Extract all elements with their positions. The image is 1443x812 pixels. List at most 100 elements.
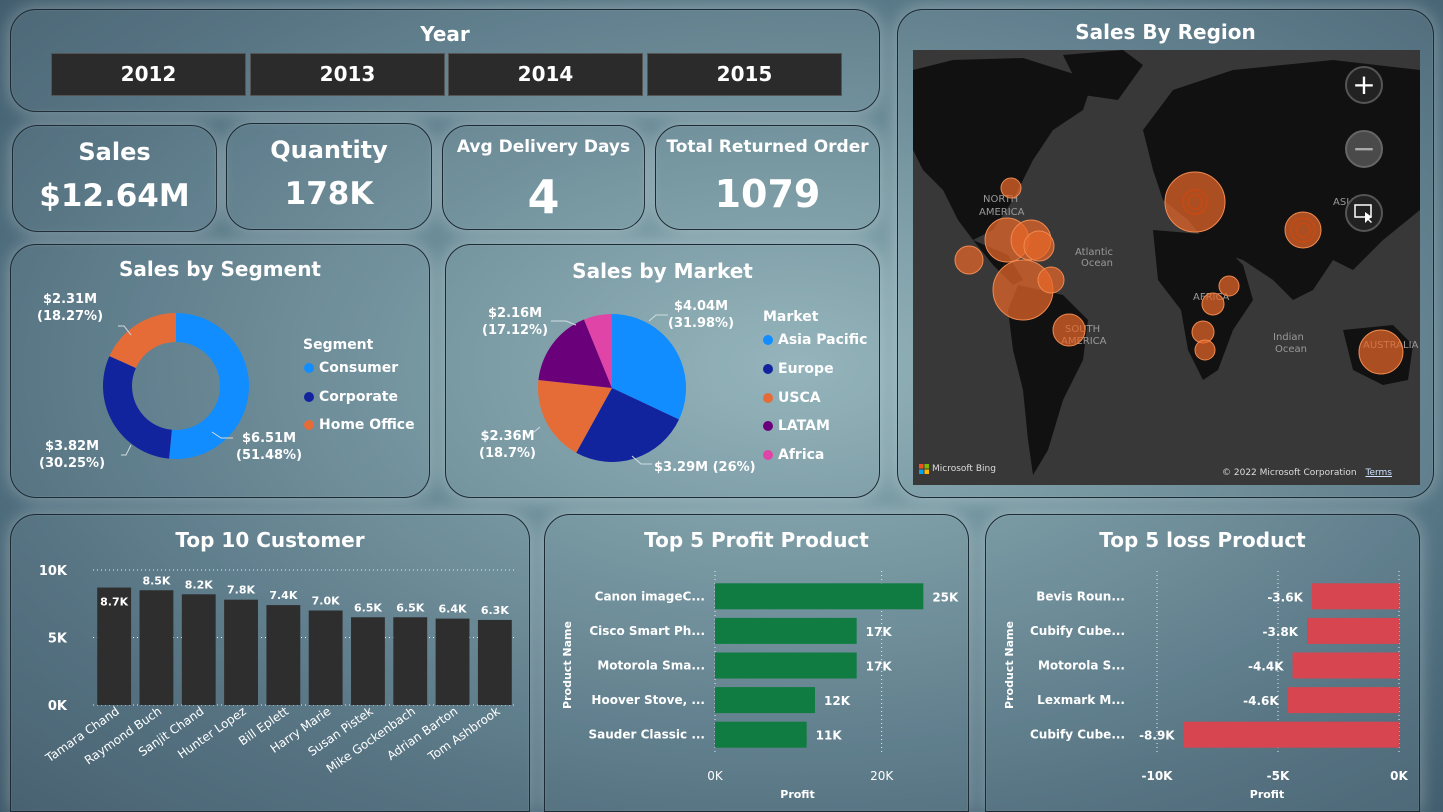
year-button-2015[interactable]: 2015 bbox=[647, 53, 842, 96]
region-bubble-4[interactable] bbox=[1023, 230, 1055, 262]
loss-chart-card: Top 5 loss Product -10K -5K 0K Bevis Roun..… bbox=[985, 514, 1420, 812]
bar-sanjit-chand[interactable] bbox=[181, 594, 216, 705]
map-label-ocean-atlantic: Ocean bbox=[1081, 258, 1113, 269]
y-category-label: Hoover Stove, ... bbox=[591, 693, 705, 707]
kpi-sales-value: $12.64M bbox=[39, 178, 190, 214]
map-label-atlantic: Atlantic bbox=[1075, 247, 1113, 258]
bar-bill-eplett[interactable] bbox=[266, 605, 301, 705]
year-button-2014[interactable]: 2014 bbox=[448, 53, 643, 96]
legend-item-usca[interactable]: USCA bbox=[763, 390, 821, 406]
bar-cisco-smart-ph-2[interactable] bbox=[715, 617, 857, 644]
y-tick-label: 5K bbox=[48, 632, 68, 647]
bar-tom-ashbrook[interactable] bbox=[477, 619, 512, 705]
year-button-2012[interactable]: 2012 bbox=[51, 53, 246, 96]
year-slicer-card: Year 2012 2013 2014 2015 bbox=[10, 9, 880, 112]
minus-icon: − bbox=[1352, 132, 1376, 165]
bar-value-label: 11K bbox=[816, 729, 843, 743]
region-bubble-11[interactable] bbox=[1218, 275, 1240, 297]
terms-link[interactable]: Terms bbox=[1365, 468, 1392, 478]
y-category-label: Sauder Classic ... bbox=[589, 728, 706, 742]
legend-item-home-office[interactable]: Home Office bbox=[304, 417, 415, 433]
map-canvas[interactable]: NORTH AMERICA Atlantic Ocean SOUTH AMERI… bbox=[913, 50, 1420, 485]
bar-canon-imagec-1[interactable] bbox=[715, 583, 924, 610]
legend-item-asia-pacific[interactable]: Asia Pacific bbox=[763, 332, 867, 348]
y-category-label: Canon imageC... bbox=[595, 589, 705, 603]
market-label-asia-pacific: $4.04M (31.98%) bbox=[668, 299, 735, 331]
y-category-label: Bevis Roun... bbox=[1036, 589, 1125, 603]
kpi-card-returned: Total Returned Order 1079 bbox=[655, 125, 880, 230]
bar-value-label: 12K bbox=[824, 694, 851, 708]
year-slicer-title: Year bbox=[420, 22, 470, 46]
zoom-out-button[interactable]: − bbox=[1345, 130, 1383, 168]
slice-home-office[interactable] bbox=[109, 313, 176, 368]
segment-chart-card: Sales by Segment $2.31M (18.27%) $3.82M (3… bbox=[10, 244, 430, 498]
x-tick-label: 20K bbox=[870, 769, 894, 783]
bar-value-label: 6.5K bbox=[396, 601, 424, 614]
region-bubble-8[interactable] bbox=[1164, 171, 1226, 233]
bar-susan-pistek[interactable] bbox=[351, 617, 385, 705]
bar-hoover-stove-4[interactable] bbox=[715, 687, 815, 714]
land-masses bbox=[913, 50, 1420, 475]
legend-dot-latam bbox=[763, 421, 773, 431]
region-bubble-1[interactable] bbox=[1000, 177, 1022, 199]
slice-corporate[interactable] bbox=[103, 356, 172, 459]
bar-value-label: 6.4K bbox=[439, 603, 467, 616]
kpi-card-quantity: Quantity 178K bbox=[226, 123, 432, 230]
legend-item-europe[interactable]: Europe bbox=[763, 361, 834, 377]
bar-cubify-cube-2[interactable] bbox=[1307, 617, 1399, 644]
legend-item-latam[interactable]: LATAM bbox=[763, 418, 830, 434]
bar-bevis-roun-1[interactable] bbox=[1311, 583, 1399, 610]
segment-label-corporate: $3.82M (30.25%) bbox=[39, 439, 106, 471]
kpi-card-avg-delivery: Avg Delivery Days 4 bbox=[442, 125, 645, 230]
zoom-in-button[interactable]: + bbox=[1345, 66, 1383, 104]
bar-cubify-cube-5[interactable] bbox=[1183, 721, 1399, 748]
kpi-sales-label: Sales bbox=[78, 138, 151, 166]
region-bubble-5[interactable] bbox=[954, 245, 984, 275]
bar-motorola-s-3[interactable] bbox=[1292, 652, 1399, 679]
legend-item-africa[interactable]: Africa bbox=[763, 447, 824, 463]
map-label-ocean-indian: Ocean bbox=[1275, 344, 1307, 355]
region-bubble-15[interactable] bbox=[1358, 329, 1404, 375]
legend-label-consumer: Consumer bbox=[319, 360, 399, 376]
y-category-label: Motorola S... bbox=[1038, 659, 1125, 673]
year-button-2013[interactable]: 2013 bbox=[250, 53, 445, 96]
region-bubble-14[interactable] bbox=[1052, 313, 1086, 347]
kpi-avg-delivery-value: 4 bbox=[527, 170, 560, 224]
legend-label-latam: LATAM bbox=[778, 418, 830, 434]
bar-value-label: 7.8K bbox=[227, 584, 255, 597]
legend-label-usca: USCA bbox=[778, 390, 821, 406]
bar-adrian-barton[interactable] bbox=[435, 618, 470, 705]
kpi-avg-delivery-label: Avg Delivery Days bbox=[456, 137, 631, 157]
bar-lexmark-m-4[interactable] bbox=[1287, 687, 1399, 714]
region-bubble-10[interactable] bbox=[1201, 292, 1225, 316]
bar-raymond-buch[interactable] bbox=[139, 590, 174, 705]
bar-motorola-sma-3[interactable] bbox=[715, 652, 857, 679]
y-axis-title: Product Name bbox=[561, 621, 574, 709]
legend-dot-usca bbox=[763, 393, 773, 403]
legend-item-corporate[interactable]: Corporate bbox=[304, 389, 398, 405]
legend-dot-consumer bbox=[304, 363, 314, 373]
bar-value-label: -4.4K bbox=[1248, 660, 1284, 674]
region-map-title: Sales By Region bbox=[1075, 20, 1256, 44]
bar-value-label: 25K bbox=[932, 590, 959, 604]
legend-label-home-office: Home Office bbox=[319, 417, 415, 433]
bar-mike-gockenbach[interactable] bbox=[393, 617, 428, 705]
x-tick-label: -5K bbox=[1267, 769, 1290, 783]
bar-sauder-classic-5[interactable] bbox=[715, 721, 807, 748]
legend-item-consumer[interactable]: Consumer bbox=[304, 360, 398, 376]
bar-value-label: 17K bbox=[866, 660, 893, 674]
bar-value-label: -4.6K bbox=[1243, 694, 1279, 708]
world-map[interactable]: NORTH AMERICA Atlantic Ocean SOUTH AMERI… bbox=[913, 50, 1420, 485]
x-axis-title: Profit bbox=[1250, 788, 1284, 801]
y-category-label: Motorola Sma... bbox=[597, 659, 705, 673]
region-bubble-13[interactable] bbox=[1194, 339, 1216, 361]
y-category-label: Cubify Cube... bbox=[1030, 728, 1125, 742]
bar-harry-marie[interactable] bbox=[308, 610, 343, 706]
legend-label-europe: Europe bbox=[778, 361, 834, 377]
select-area-button[interactable] bbox=[1345, 194, 1383, 232]
market-label-latam: $2.16M (17.12%) bbox=[482, 306, 549, 338]
microsoft-logo-icon bbox=[919, 464, 929, 474]
bar-hunter-lopez[interactable] bbox=[224, 599, 258, 705]
region-bubble-7[interactable] bbox=[1037, 266, 1065, 294]
loss-bar-chart: -10K -5K 0K Bevis Roun... -3.6K Cubify Cube..… bbox=[1003, 571, 1409, 801]
